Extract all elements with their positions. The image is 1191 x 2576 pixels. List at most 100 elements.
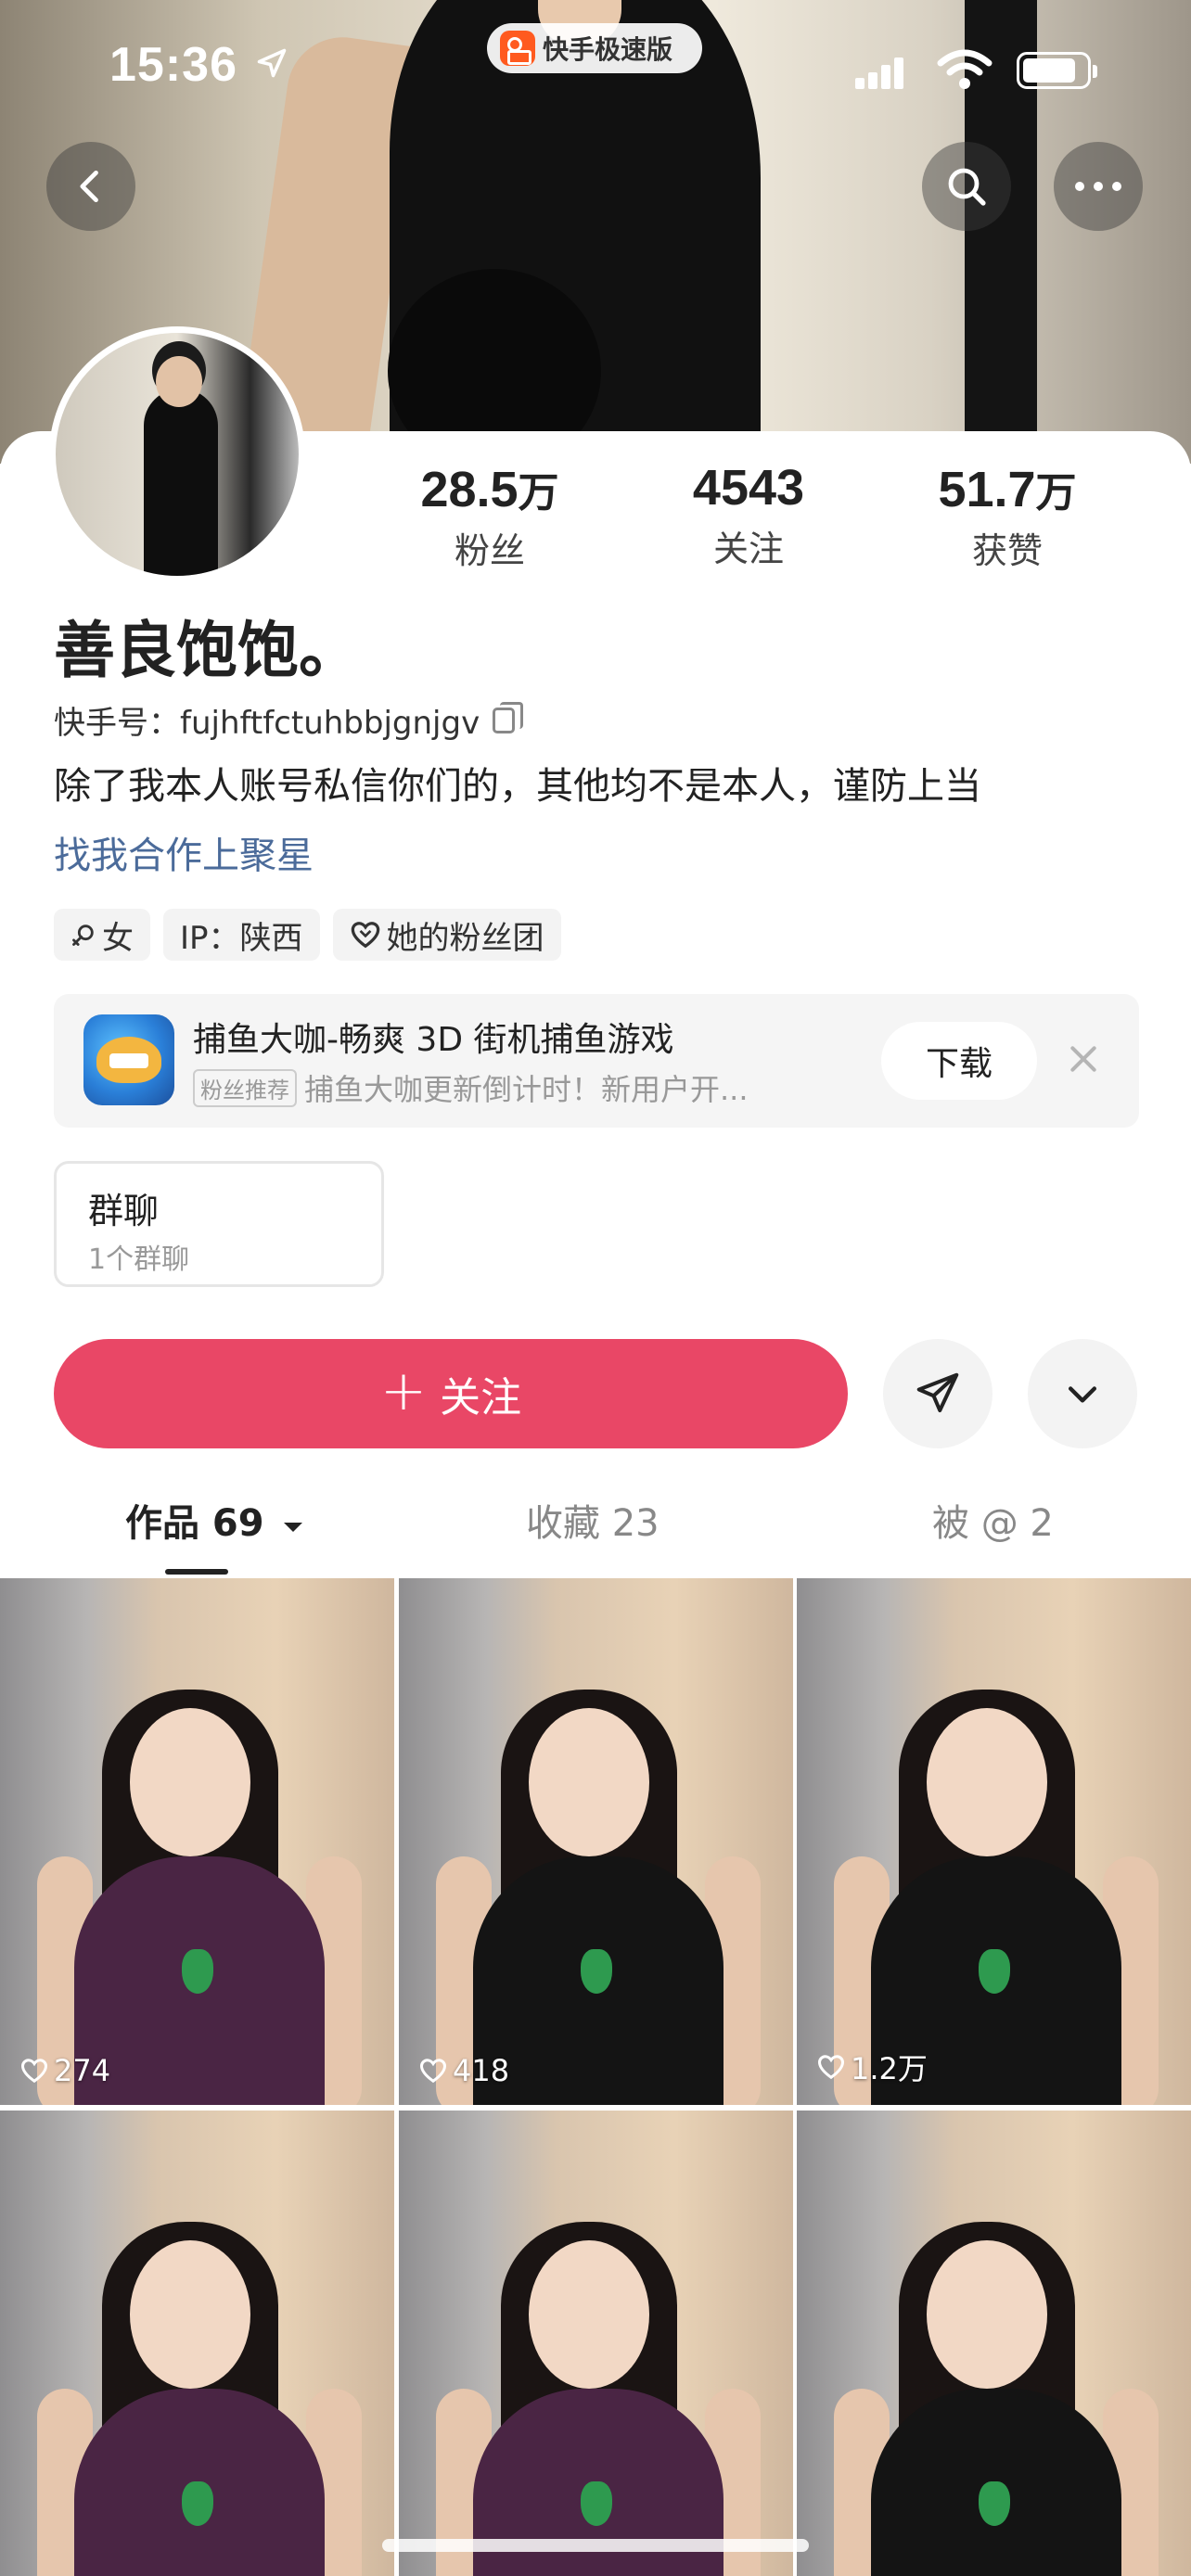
tab-favorites[interactable]: 收藏 23 — [526, 1493, 660, 1547]
group-chat-title: 群聊 — [88, 1191, 160, 1231]
back-button[interactable] — [46, 142, 135, 231]
video-grid: 274 418 1.2万 — [0, 1578, 1191, 2576]
status-time: 15:36 — [109, 38, 237, 92]
heart-outline-icon — [351, 922, 379, 949]
search-button[interactable] — [922, 142, 1011, 231]
profile-bio: 除了我本人账号私信你们的，其他均不是本人，谨防上当 — [54, 765, 981, 808]
tab-works-label: 作品 69 — [125, 1502, 264, 1545]
profile-tags: 女 IP：陕西 她的粉丝团 — [54, 909, 561, 961]
download-button[interactable]: 下载 — [881, 1022, 1037, 1100]
stat-fans-label: 粉丝 — [454, 530, 525, 571]
app-pill-label: 快手极速版 — [543, 34, 673, 65]
active-tab-indicator — [165, 1569, 228, 1575]
content-tabs: 作品 69 收藏 23 被 @ 2 — [0, 1484, 1191, 1576]
tag-fan-club[interactable]: 她的粉丝团 — [332, 909, 561, 961]
close-ad-button[interactable] — [1065, 1040, 1102, 1078]
stat-likes-unit: 万 — [1035, 469, 1077, 516]
group-chat-card[interactable]: 群聊 1个群聊 — [54, 1161, 384, 1287]
game-app-icon — [83, 1014, 174, 1105]
send-message-button[interactable] — [883, 1339, 992, 1448]
video-like-count-value: 274 — [54, 2053, 111, 2088]
ad-description: 捕鱼大咖更新倒计时！新用户开... — [304, 1072, 749, 1107]
video-thumbnail[interactable]: 418 — [399, 1578, 793, 2105]
video-thumbnail[interactable]: 274 — [0, 1578, 394, 2105]
jade-pendant — [979, 1949, 1010, 1994]
thumbnail-figure-face — [529, 1708, 649, 1856]
jade-pendant — [581, 1949, 612, 1994]
jade-pendant — [182, 2481, 213, 2526]
ad-subtitle: 粉丝推荐 捕鱼大咖更新倒计时！新用户开... — [193, 1066, 749, 1109]
stat-following[interactable]: 4543 关注 — [647, 459, 851, 571]
video-like-count: 418 — [419, 2053, 509, 2088]
close-icon — [1070, 1046, 1096, 1072]
location-arrow-icon — [255, 46, 288, 89]
thumbnail-figure-face — [130, 2240, 250, 2389]
more-options-button[interactable] — [1028, 1339, 1137, 1448]
stat-fans-unit: 万 — [518, 469, 559, 516]
group-chat-subtitle: 1个群聊 — [88, 1243, 190, 1276]
avatar-figure-head — [156, 356, 202, 407]
follow-button[interactable]: + 关注 — [54, 1339, 848, 1448]
chevron-left-icon — [80, 170, 98, 203]
kuaishou-id-label: 快手号： — [54, 705, 180, 742]
profile-stats: 28.5万 粉丝 4543 关注 51.7万 获赞 — [0, 459, 1191, 589]
kuaishou-logo-icon — [500, 31, 535, 66]
video-like-count-value: 1.2万 — [851, 2051, 928, 2086]
tab-works[interactable]: 作品 69 — [125, 1493, 305, 1547]
stat-fans-number: 28.5 — [420, 462, 519, 517]
more-button[interactable] — [1054, 142, 1143, 231]
jade-pendant — [979, 2481, 1010, 2526]
video-like-count: 1.2万 — [817, 2046, 928, 2088]
caret-down-icon — [283, 1523, 302, 1532]
search-icon — [948, 168, 986, 206]
profile-name: 善良饱饱。 — [54, 615, 360, 686]
tab-mentions[interactable]: 被 @ 2 — [932, 1493, 1054, 1547]
thumbnail-figure-face — [927, 1708, 1047, 1856]
heart-outline-icon — [20, 2059, 48, 2084]
thumbnail-figure-face — [130, 1708, 250, 1856]
tag-ip: IP：陕西 — [163, 909, 320, 961]
more-dots-icon — [1075, 182, 1121, 191]
stat-following-number: 4543 — [692, 460, 805, 516]
tag-gender: 女 — [54, 909, 150, 961]
jade-pendant — [182, 1949, 213, 1994]
thumbnail-figure-face — [927, 2240, 1047, 2389]
ad-badge: 粉丝推荐 — [193, 1068, 297, 1107]
ad-title: 捕鱼大咖-畅爽 3D 街机捕鱼游戏 — [193, 1021, 674, 1059]
video-thumbnail[interactable] — [399, 2111, 793, 2576]
gender-female-icon — [72, 925, 94, 946]
kuaishou-id-row[interactable]: 快手号：fujhftfctuhbbjgnjgv — [54, 697, 524, 743]
thumbnail-figure-face — [529, 2240, 649, 2389]
stat-fans[interactable]: 28.5万 粉丝 — [388, 459, 592, 573]
tag-ip-label: IP：陕西 — [180, 919, 303, 957]
copy-icon[interactable] — [493, 701, 524, 733]
stat-likes-number: 51.7 — [938, 462, 1036, 517]
kuaishou-id-text: 快手号：fujhftfctuhbbjgnjgv — [54, 697, 480, 743]
video-thumbnail[interactable]: 1.2万 — [797, 1578, 1191, 2105]
stat-following-label: 关注 — [712, 529, 784, 569]
cellular-signal-icon — [855, 57, 903, 89]
heart-outline-icon — [817, 2055, 845, 2080]
stat-likes-label: 获赞 — [971, 530, 1043, 571]
bio-link[interactable]: 找我合作上聚星 — [54, 825, 314, 879]
promoted-game-ad[interactable]: 捕鱼大咖-畅爽 3D 街机捕鱼游戏 粉丝推荐 捕鱼大咖更新倒计时！新用户开...… — [54, 994, 1139, 1128]
kuaishou-id-value: fujhftfctuhbbjgnjgv — [180, 705, 480, 742]
kuaishou-lite-pill[interactable]: 快手极速版 — [487, 23, 702, 73]
send-icon — [916, 1372, 959, 1413]
stat-likes[interactable]: 51.7万 获赞 — [905, 459, 1109, 573]
stat-likes-value: 51.7万 — [905, 459, 1109, 518]
video-thumbnail[interactable] — [0, 2111, 394, 2576]
stat-following-value: 4543 — [647, 459, 851, 516]
chevron-down-icon — [1068, 1386, 1097, 1403]
wifi-icon — [937, 48, 992, 91]
video-thumbnail[interactable] — [797, 2111, 1191, 2576]
video-like-count-value: 418 — [453, 2053, 510, 2088]
video-like-count: 274 — [20, 2053, 110, 2088]
home-indicator — [382, 2539, 809, 2552]
tag-gender-label: 女 — [102, 919, 134, 957]
tag-fan-club-label: 她的粉丝团 — [386, 919, 544, 957]
jade-pendant — [581, 2481, 612, 2526]
heart-outline-icon — [419, 2059, 447, 2084]
status-bar: 15:36 快手极速版 — [0, 0, 1191, 139]
follow-label: 关注 — [440, 1374, 522, 1422]
